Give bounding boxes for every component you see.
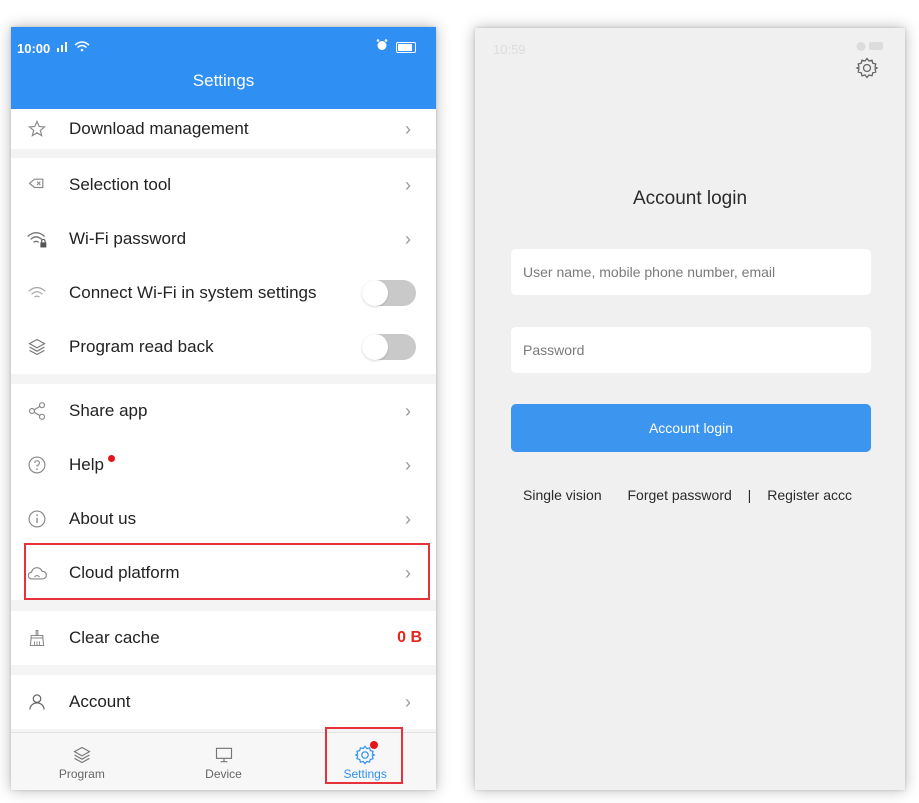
page-title: Settings [192,71,255,90]
row-label: Download management [69,119,249,138]
row-label: Share app [69,401,148,420]
password-input[interactable]: Password [511,327,871,373]
broom-icon [25,626,49,650]
alarm-icon [376,39,392,54]
help-icon [25,453,49,477]
row-label: Cloud platform [69,563,180,582]
nav-settings[interactable]: Settings [294,733,436,790]
settings-screen: 10:00 Settings Download management › Sel… [11,27,436,790]
nav-label: Program [58,766,105,781]
row-label: Connect Wi-Fi in system settings [69,283,317,302]
chevron-right-icon: › [405,508,411,529]
battery-icon [396,42,416,54]
row-cloud-platform[interactable]: Cloud platform › [11,546,436,600]
link-separator: | [747,487,752,503]
status-right [376,39,416,54]
row-wifi-password[interactable]: Wi-Fi password › [11,212,436,266]
app-bar: 10:00 Settings [11,27,436,109]
single-vision-link[interactable]: Single vision [523,487,602,503]
row-label: Program read back [69,337,214,356]
cloud-icon [25,561,49,585]
layers-icon [25,335,49,359]
bottom-navigation: Program Device Settings [11,732,436,790]
row-program-read-back: Program read back [11,320,436,374]
row-clear-cache[interactable]: Clear cache 0 B [11,611,436,665]
layers-icon [70,743,94,767]
notification-dot [107,455,115,462]
row-share-app[interactable]: Share app › [11,384,436,438]
row-selection-tool[interactable]: Selection tool › [11,158,436,212]
chevron-right-icon: › [405,174,411,195]
chevron-right-icon: › [405,228,411,249]
settings-group-2: Selection tool › Wi-Fi password › Connec… [11,158,436,374]
settings-group-4: Clear cache 0 B [11,611,436,665]
row-label: Help [69,455,400,475]
nav-program[interactable]: Program [11,733,153,790]
toggle-knob [362,280,388,306]
chevron-right-icon: › [405,454,411,475]
row-help[interactable]: Help › [11,438,436,492]
username-input[interactable]: User name, mobile phone number, email [511,249,871,295]
chevron-right-icon: › [405,562,411,583]
connect-wifi-toggle[interactable] [362,280,416,306]
chevron-right-icon: › [405,691,411,712]
help-label: Help [69,455,104,474]
status-icons [855,40,885,55]
share-icon [25,399,49,423]
user-icon [25,690,49,714]
signal-icon [57,40,91,55]
toggle-knob [362,334,388,360]
selection-tool-icon [25,173,49,197]
nav-label: Device [205,766,242,781]
row-download-management[interactable]: Download management › [11,109,436,149]
program-read-back-toggle[interactable] [362,334,416,360]
row-label: Clear cache [69,628,160,647]
star-icon [25,117,49,141]
row-account[interactable]: Account › [11,675,436,729]
row-label: Selection tool [69,175,172,194]
row-label: Account [69,692,131,711]
forget-password-link[interactable]: Forget password [628,487,732,503]
status-time: 10:59 [493,42,526,57]
row-connect-wifi: Connect Wi-Fi in system settings [11,266,436,320]
settings-group-1: Download management › [11,109,436,149]
wifi-icon [25,281,49,305]
register-account-link[interactable]: Register accc [767,487,852,503]
nav-device[interactable]: Device [153,733,295,790]
row-about-us[interactable]: About us › [11,492,436,546]
chevron-right-icon: › [405,400,411,421]
login-button[interactable]: Account login [511,404,871,452]
login-title: Account login [632,188,748,209]
info-icon [25,507,49,531]
status-bar: 10:00 [11,27,436,67]
monitor-icon [212,743,236,767]
row-label: About us [69,509,137,528]
settings-group-3: Share app › Help › About us › Cloud plat… [11,384,436,600]
status-time: 10:00 [17,41,51,56]
chevron-right-icon: › [405,118,411,139]
login-screen: 10:59 Account login User name, mobile ph… [475,28,905,790]
wifi-lock-icon [25,227,49,251]
gear-icon[interactable] [855,56,879,80]
nav-label: Settings [343,766,387,781]
row-label: Wi-Fi password [69,229,187,248]
settings-group-5: Account › [11,675,436,729]
cache-size-value: 0 B [397,629,422,646]
login-links: Single vision Forget password | Register… [523,487,874,503]
